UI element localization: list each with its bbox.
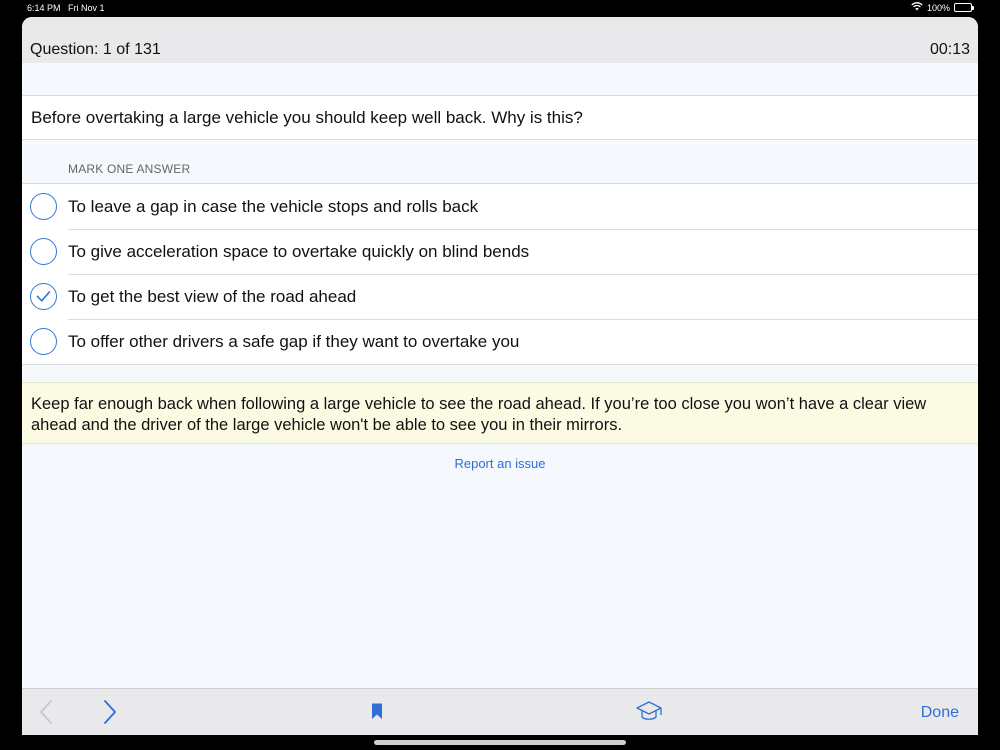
- done-button[interactable]: Done: [921, 704, 959, 722]
- answer-list: To leave a gap in case the vehicle stops…: [22, 183, 978, 365]
- answer-option-1[interactable]: To leave a gap in case the vehicle stops…: [22, 184, 978, 229]
- radio-unchecked-icon[interactable]: [30, 238, 57, 265]
- explanation-box: Keep far enough back when following a la…: [22, 382, 978, 444]
- chevron-left-icon[interactable]: [38, 699, 54, 730]
- app-screen: Question: 1 of 131 00:13 Before overtaki…: [22, 17, 978, 735]
- bookmark-icon[interactable]: [371, 703, 383, 725]
- question-text: Before overtaking a large vehicle you sh…: [31, 108, 583, 127]
- report-issue-link[interactable]: Report an issue: [22, 456, 978, 471]
- wifi-icon: [911, 2, 923, 13]
- answer-text: To leave a gap in case the vehicle stops…: [68, 197, 479, 216]
- radio-unchecked-icon[interactable]: [30, 328, 57, 355]
- answer-option-4[interactable]: To offer other drivers a safe gap if the…: [22, 319, 978, 364]
- status-time: 6:14 PM: [27, 3, 61, 13]
- nav-header: Question: 1 of 131 00:13: [22, 17, 978, 63]
- status-right: 100%: [911, 2, 974, 13]
- status-bar: 6:14 PM Fri Nov 1 100%: [0, 0, 1000, 16]
- answer-option-2[interactable]: To give acceleration space to overtake q…: [22, 229, 978, 274]
- answers-section-label: MARK ONE ANSWER: [68, 162, 191, 176]
- home-indicator[interactable]: [374, 740, 626, 745]
- answer-option-3[interactable]: To get the best view of the road ahead: [22, 274, 978, 319]
- answer-text: To give acceleration space to overtake q…: [68, 242, 530, 261]
- battery-icon: [954, 3, 974, 12]
- answer-text: To get the best view of the road ahead: [68, 287, 357, 306]
- radio-checked-icon[interactable]: [30, 283, 57, 310]
- timer: 00:13: [929, 41, 970, 58]
- graduation-cap-icon[interactable]: [635, 700, 663, 727]
- bottom-toolbar: Done: [22, 688, 978, 735]
- explanation-text: Keep far enough back when following a la…: [31, 395, 927, 434]
- answer-text: To offer other drivers a safe gap if the…: [68, 332, 520, 351]
- chevron-right-icon[interactable]: [102, 699, 118, 730]
- radio-unchecked-icon[interactable]: [30, 193, 57, 220]
- battery-percent: 100%: [926, 2, 950, 13]
- question-counter: Question: 1 of 131: [30, 41, 161, 58]
- status-date: Fri Nov 1: [68, 3, 105, 13]
- question-card: Before overtaking a large vehicle you sh…: [22, 95, 978, 140]
